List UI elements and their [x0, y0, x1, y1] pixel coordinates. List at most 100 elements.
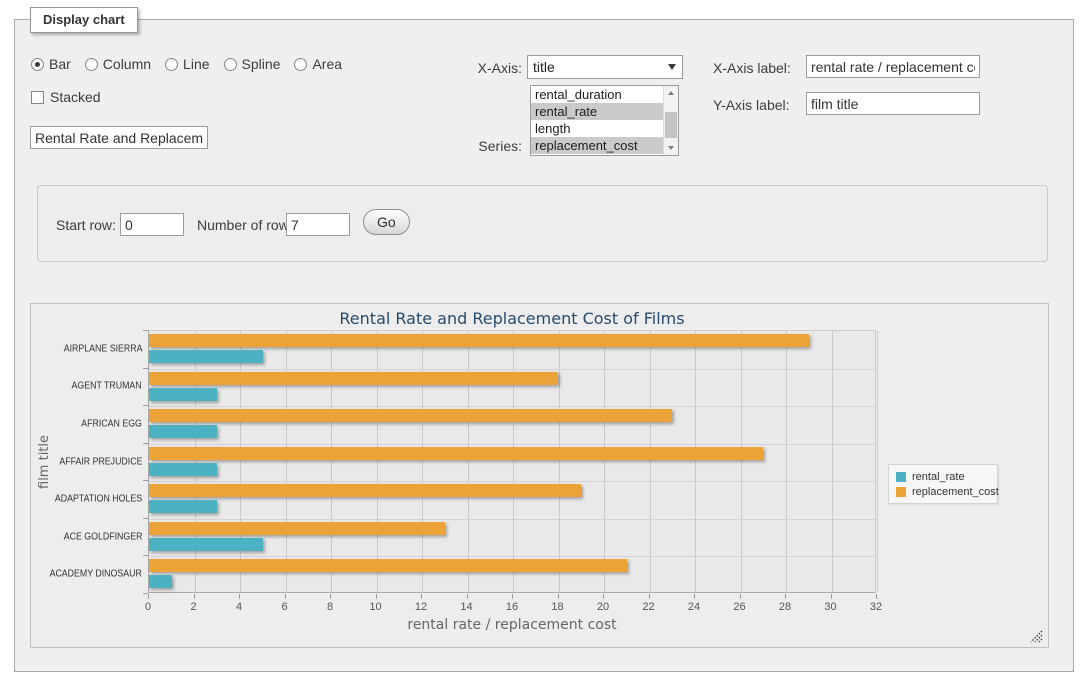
- band-separator: [149, 556, 875, 557]
- y-tick-mark: [143, 443, 148, 444]
- x-tick-label: 24: [688, 601, 700, 613]
- x-axis-select[interactable]: title: [527, 55, 683, 79]
- radio-line[interactable]: Line: [165, 56, 209, 72]
- legend-label: replacement_cost: [912, 486, 999, 498]
- num-rows-input[interactable]: [286, 213, 350, 236]
- x-tick-mark: [148, 594, 149, 599]
- bar-rental_rate[interactable]: [149, 350, 263, 363]
- x-gridline: [513, 331, 514, 592]
- category-label: AFRICAN EGG: [81, 418, 142, 429]
- bar-rental_rate[interactable]: [149, 425, 217, 438]
- series-option-rental_duration[interactable]: rental_duration: [531, 86, 663, 103]
- x-tick-mark: [376, 594, 377, 599]
- go-button[interactable]: Go: [363, 209, 410, 235]
- x-gridline: [877, 331, 878, 592]
- resize-grip-icon[interactable]: [1030, 630, 1043, 643]
- x-tick-label: 22: [642, 601, 654, 613]
- listbox-scrollbar[interactable]: [663, 86, 678, 155]
- start-row-input[interactable]: [120, 213, 184, 236]
- radio-label: Area: [312, 56, 342, 72]
- bar-replacement_cost[interactable]: [149, 334, 809, 347]
- x-tick-mark: [740, 594, 741, 599]
- bar-rental_rate[interactable]: [149, 500, 217, 513]
- x-gridline: [695, 331, 696, 592]
- x-tick-label: 4: [236, 601, 242, 613]
- x-gridline: [377, 331, 378, 592]
- bar-replacement_cost[interactable]: [149, 447, 763, 460]
- legend-label: rental_rate: [912, 471, 965, 483]
- category-label: AGENT TRUMAN: [72, 381, 142, 392]
- series-listbox[interactable]: rental_durationrental_ratelengthreplacem…: [530, 85, 679, 156]
- chart-title: Rental Rate and Replacement Cost of Film…: [148, 309, 876, 328]
- y-tick-mark: [143, 518, 148, 519]
- chart-title-input[interactable]: [30, 126, 208, 149]
- bar-rental_rate[interactable]: [149, 463, 217, 476]
- category-label: ACE GOLDFINGER: [63, 531, 142, 542]
- x-tick-mark: [876, 594, 877, 599]
- x-gridline: [604, 331, 605, 592]
- bar-replacement_cost[interactable]: [149, 522, 445, 535]
- panel-title: Display chart: [30, 7, 138, 33]
- radio-label: Column: [103, 56, 151, 72]
- band-separator: [149, 369, 875, 370]
- radio-column[interactable]: Column: [85, 56, 151, 72]
- x-gridline: [832, 331, 833, 592]
- legend-swatch-icon: [896, 487, 906, 497]
- radio-button-icon: [294, 58, 307, 71]
- x-tick-mark: [558, 594, 559, 599]
- series-option-length[interactable]: length: [531, 120, 663, 137]
- y-axis-label-input[interactable]: [806, 92, 980, 115]
- x-axis-label-input[interactable]: [806, 55, 980, 78]
- bar-rental_rate[interactable]: [149, 388, 217, 401]
- bar-replacement_cost[interactable]: [149, 559, 627, 572]
- x-axis-title: rental rate / replacement cost: [148, 617, 876, 633]
- scroll-up-icon[interactable]: [664, 86, 678, 100]
- x-tick-label: 26: [733, 601, 745, 613]
- checkbox-box-icon: [31, 91, 44, 104]
- bar-rental_rate[interactable]: [149, 538, 263, 551]
- chart-legend: rental_ratereplacement_cost: [888, 464, 998, 504]
- x-gridline: [195, 331, 196, 592]
- bar-rental_rate[interactable]: [149, 575, 172, 588]
- radio-spline[interactable]: Spline: [224, 56, 281, 72]
- x-tick-label: 18: [551, 601, 563, 613]
- y-tick-mark: [143, 405, 148, 406]
- series-option-rental_rate[interactable]: rental_rate: [531, 103, 663, 120]
- radio-button-icon: [224, 58, 237, 71]
- display-chart-panel: Display chart BarColumnLineSplineArea St…: [14, 19, 1074, 672]
- radio-button-icon: [31, 58, 44, 71]
- radio-label: Bar: [49, 56, 71, 72]
- category-label: ADAPTATION HOLES: [55, 494, 142, 505]
- x-tick-mark: [694, 594, 695, 599]
- x-gridline: [422, 331, 423, 592]
- stacked-label: Stacked: [50, 89, 101, 105]
- stacked-checkbox[interactable]: Stacked: [31, 89, 101, 105]
- y-tick-mark: [143, 555, 148, 556]
- radio-area[interactable]: Area: [294, 56, 342, 72]
- bar-replacement_cost[interactable]: [149, 484, 581, 497]
- radio-bar[interactable]: Bar: [31, 56, 71, 72]
- x-gridline: [741, 331, 742, 592]
- x-axis-selected-value: title: [533, 59, 555, 75]
- series-option-replacement_cost[interactable]: replacement_cost: [531, 137, 663, 154]
- num-rows-label: Number of rows:: [197, 217, 300, 233]
- radio-label: Spline: [242, 56, 281, 72]
- bar-replacement_cost[interactable]: [149, 409, 672, 422]
- x-axis-select-label: X-Axis:: [435, 60, 522, 76]
- legend-swatch-icon: [896, 472, 906, 482]
- legend-item-rental_rate[interactable]: rental_rate: [896, 469, 990, 484]
- scroll-down-icon[interactable]: [664, 141, 678, 155]
- x-tick-mark: [467, 594, 468, 599]
- category-label: AFFAIR PREJUDICE: [59, 456, 142, 467]
- legend-item-replacement_cost[interactable]: replacement_cost: [896, 484, 990, 499]
- scrollbar-thumb[interactable]: [665, 112, 677, 138]
- chart-type-radios: Bar Column Line Spline Area: [31, 56, 342, 72]
- category-label: AIRPLANE SIERRA: [63, 343, 142, 354]
- radio-label: Line: [183, 56, 209, 72]
- radio-button-icon: [85, 58, 98, 71]
- x-tick-label: 20: [597, 601, 609, 613]
- x-gridline: [240, 331, 241, 592]
- bar-replacement_cost[interactable]: [149, 372, 558, 385]
- x-tick-mark: [603, 594, 604, 599]
- x-tick-mark: [239, 594, 240, 599]
